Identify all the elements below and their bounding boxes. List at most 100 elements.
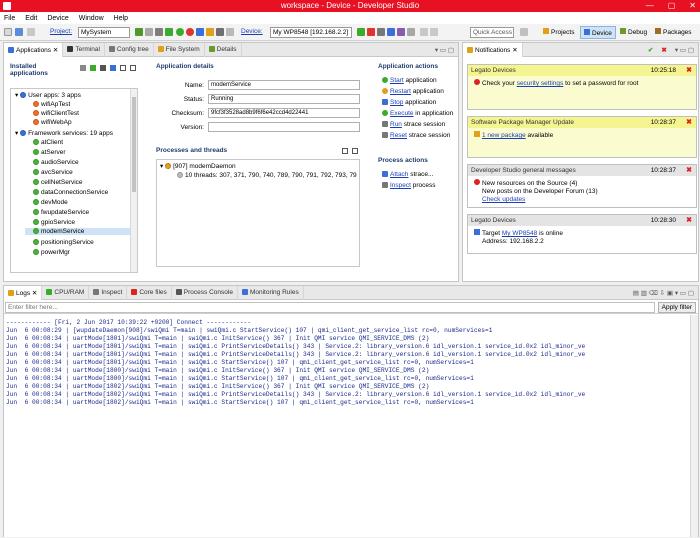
- check-updates-link[interactable]: Check updates: [474, 196, 690, 204]
- menu-device[interactable]: Device: [47, 15, 68, 22]
- name-field[interactable]: modemService: [208, 80, 360, 90]
- inspect-link[interactable]: Inspect: [390, 182, 411, 189]
- debug-icon[interactable]: [196, 28, 204, 36]
- disconnect-icon[interactable]: [367, 28, 375, 36]
- reboot-icon[interactable]: [407, 28, 415, 36]
- stop-icon[interactable]: [186, 28, 194, 36]
- menu-help[interactable]: Help: [114, 15, 128, 22]
- terminal-icon[interactable]: [216, 28, 224, 36]
- navigate-icon[interactable]: [226, 28, 234, 36]
- tree-service-item[interactable]: devMode: [33, 199, 68, 206]
- process-item[interactable]: ▾ [907] modemDaemon: [160, 162, 236, 170]
- menu-edit[interactable]: Edit: [25, 15, 37, 22]
- log-scrollbar[interactable]: [690, 315, 698, 537]
- perspective-packages[interactable]: Packages: [652, 26, 695, 39]
- collapse-all-icon[interactable]: [120, 65, 126, 71]
- upload-icon[interactable]: [387, 28, 395, 36]
- external-tools-icon[interactable]: [206, 28, 214, 36]
- version-field[interactable]: [208, 122, 360, 132]
- sync-icon[interactable]: [165, 28, 173, 36]
- attach-strace-action[interactable]: Attach strace...: [382, 171, 433, 178]
- close-button[interactable]: ✕: [689, 1, 696, 10]
- stop-link[interactable]: Stop: [390, 99, 403, 106]
- stop-app-action[interactable]: Stop application: [382, 99, 436, 106]
- project-label[interactable]: Project:: [50, 28, 72, 35]
- view-menu-icon[interactable]: ▾ ▭ ▢: [431, 43, 458, 57]
- perspective-device[interactable]: Device: [580, 26, 616, 39]
- tree-service-item[interactable]: dataConnectionService: [33, 189, 108, 196]
- back-icon[interactable]: [420, 28, 428, 36]
- tree-service-item[interactable]: cellNetService: [33, 179, 83, 186]
- device-combo[interactable]: My WP8548 [192.168.2.2]: [270, 27, 352, 38]
- tree-scrollbar[interactable]: [130, 89, 137, 272]
- remove-icon[interactable]: [100, 65, 106, 71]
- tree-scrollbar-thumb[interactable]: [132, 97, 136, 192]
- dismiss-icon[interactable]: ✖: [686, 216, 692, 224]
- maximize-button[interactable]: ▢: [668, 1, 676, 10]
- save-icon[interactable]: [15, 28, 23, 36]
- run-link[interactable]: Run: [390, 121, 402, 128]
- tab-logs[interactable]: Logs ✕: [4, 286, 43, 300]
- install-icon[interactable]: [80, 65, 86, 71]
- tree-app-item[interactable]: wifiApTest: [33, 101, 70, 108]
- inspect-process-action[interactable]: Inspect process: [382, 182, 436, 189]
- run-strace-action[interactable]: Run strace session: [382, 121, 445, 128]
- settings-icon[interactable]: [155, 28, 163, 36]
- tree-service-item[interactable]: atServer: [33, 149, 66, 156]
- apply-filter-button[interactable]: Apply filter: [657, 302, 696, 313]
- reset-strace-action[interactable]: Reset strace session: [382, 132, 450, 139]
- tab-core-files[interactable]: Core files: [127, 286, 172, 300]
- tree-service-item[interactable]: avcService: [33, 169, 73, 176]
- tab-process-console[interactable]: Process Console: [172, 286, 238, 300]
- clean-icon[interactable]: [145, 28, 153, 36]
- attach-link[interactable]: Attach: [390, 171, 408, 178]
- tab-inspect[interactable]: Inspect: [89, 286, 128, 300]
- processes-tree[interactable]: ▾ [907] modemDaemon 10 threads: 307, 371…: [156, 159, 360, 267]
- restart-app-action[interactable]: Restart application: [382, 88, 444, 95]
- security-settings-link[interactable]: security settings: [517, 80, 564, 87]
- tree-service-item[interactable]: fwupdateService: [33, 209, 89, 216]
- logs-toolbar-icons[interactable]: ▤ ▥ ⌫ ⇩ ▣ ▾ ▭ ▢: [629, 286, 698, 300]
- device-label[interactable]: Device:: [241, 28, 263, 35]
- restart-link[interactable]: Restart: [390, 88, 411, 95]
- checksum-field[interactable]: 9fcf3f3528ad8b9f6f6e42ccd4d22441: [208, 108, 360, 118]
- device-terminal-icon[interactable]: [377, 28, 385, 36]
- tree-service-item-selected[interactable]: modemService: [25, 228, 130, 235]
- start-app-action[interactable]: Start application: [382, 77, 437, 84]
- dismiss-icon[interactable]: ✖: [686, 66, 692, 74]
- execute-app-action[interactable]: Execute in application: [382, 110, 453, 117]
- notification-card[interactable]: Software Package Manager Update 10:28:37…: [467, 116, 697, 158]
- refresh-icon[interactable]: [90, 65, 96, 71]
- tree-service-item[interactable]: gpioService: [33, 219, 75, 226]
- project-combo[interactable]: MySystem: [78, 27, 130, 38]
- perspective-projects[interactable]: Projects: [540, 26, 577, 39]
- tab-monitoring-rules[interactable]: Monitoring Rules: [238, 286, 304, 300]
- expand-processes-icon[interactable]: [352, 148, 358, 154]
- save-all-icon[interactable]: [27, 28, 35, 36]
- open-perspective-icon[interactable]: [520, 28, 528, 36]
- filter-input[interactable]: [5, 302, 655, 313]
- target-link[interactable]: My WP8548: [502, 230, 537, 237]
- dismiss-icon[interactable]: ✖: [686, 118, 692, 126]
- tab-notifications[interactable]: Notifications ✕: [463, 43, 523, 57]
- notifications-menu-icon[interactable]: ▾ ▭ ▢: [671, 43, 698, 57]
- quick-access-input[interactable]: Quick Access: [470, 27, 514, 38]
- apps-tree[interactable]: ▾ User apps: 3 apps wifiApTest wifiClien…: [10, 88, 138, 273]
- tree-app-item[interactable]: wifiWebAp: [33, 119, 72, 126]
- tree-framework-services[interactable]: ▾ Framework services: 19 apps: [15, 129, 113, 137]
- log-output[interactable]: ------------ [Fri, 2 Jun 2017 10:39:22 +…: [4, 315, 690, 537]
- tab-terminal[interactable]: Terminal: [63, 43, 105, 57]
- threads-item[interactable]: 10 threads: 307, 371, 790, 740, 789, 790…: [177, 172, 357, 179]
- start-link[interactable]: Start: [390, 77, 404, 84]
- tree-service-item[interactable]: atClient: [33, 139, 63, 146]
- notification-card[interactable]: Legato Devices 10:25:18 ✖ Check your sec…: [467, 64, 697, 110]
- connect-icon[interactable]: [357, 28, 365, 36]
- tree-service-item[interactable]: positioningService: [33, 239, 94, 246]
- run-icon[interactable]: [176, 28, 184, 36]
- export-icon[interactable]: [110, 65, 116, 71]
- tree-service-item[interactable]: powerMgr: [33, 249, 70, 256]
- mark-read-icon[interactable]: ✔: [644, 43, 657, 57]
- device-settings-icon[interactable]: [397, 28, 405, 36]
- new-package-link[interactable]: 1 new package: [482, 132, 526, 139]
- reset-link[interactable]: Reset: [390, 132, 407, 139]
